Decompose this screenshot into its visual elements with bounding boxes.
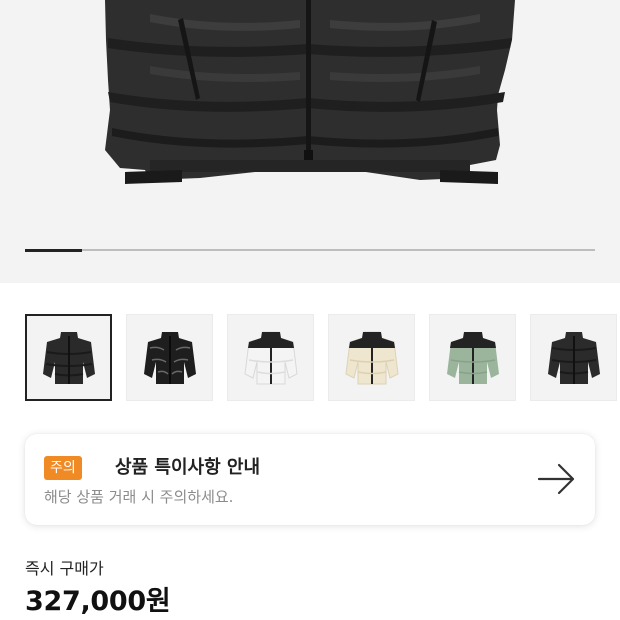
- thumbnail-all-black-puffer[interactable]: [530, 314, 617, 401]
- white-black-puffer-icon: [243, 331, 298, 384]
- thumbnail-white-black-puffer[interactable]: [227, 314, 314, 401]
- thumbnail-black-matte-puffer[interactable]: [25, 314, 112, 401]
- thumbnail-cream-black-puffer[interactable]: [328, 314, 415, 401]
- thumbnail-strip: [25, 314, 617, 403]
- notice-subtitle: 해당 상품 거래 시 주의하세요.: [44, 488, 234, 506]
- product-notice-card[interactable]: 주의 상품 특이사항 안내 해당 상품 거래 시 주의하세요.: [25, 434, 595, 525]
- product-hero-image[interactable]: [0, 0, 620, 283]
- instant-buy-price: 327,000원: [25, 586, 171, 617]
- image-progress-indicator: [25, 248, 82, 252]
- thumbnail-black-glossy-puffer[interactable]: [126, 314, 213, 401]
- thumbnail-sage-black-puffer[interactable]: [429, 314, 516, 401]
- all-black-puffer-icon: [547, 331, 600, 384]
- notice-title: 상품 특이사항 안내: [115, 457, 261, 478]
- sage-black-puffer-icon: [446, 331, 499, 384]
- caution-badge: 주의: [44, 456, 82, 480]
- cream-black-puffer-icon: [344, 331, 399, 384]
- black-glossy-puffer-icon: [143, 331, 196, 384]
- arrow-right-icon[interactable]: [537, 462, 577, 496]
- black-matte-puffer-icon: [42, 331, 95, 384]
- instant-buy-price-label: 즉시 구매가: [25, 559, 104, 578]
- jacket-image: [105, 0, 515, 184]
- image-progress-track: [25, 248, 595, 252]
